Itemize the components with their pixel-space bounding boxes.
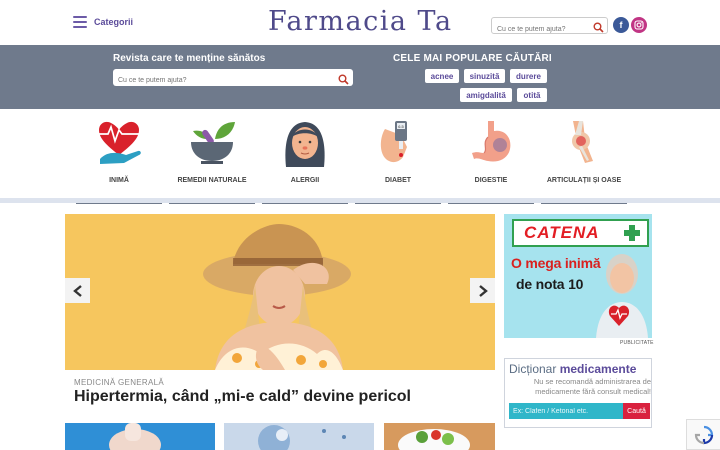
dictionary-disclaimer: Nu se recomandă administrarea de medicam… — [533, 377, 651, 396]
hero-image[interactable] — [65, 214, 495, 370]
heart-hand-icon — [96, 121, 142, 164]
pharmacy-cross-icon — [624, 225, 640, 241]
category-natural-remedies[interactable]: REMEDII NATURALE — [169, 109, 255, 205]
category-label: REMEDII NATURALE — [177, 177, 247, 184]
chevron-left-icon — [72, 284, 82, 297]
article-thumbnail[interactable] — [224, 423, 374, 450]
band-title: Revista care te menține sănătos — [113, 53, 266, 64]
article-category[interactable]: MEDICINĂ GENERALĂ — [74, 378, 164, 387]
facebook-icon[interactable]: f — [613, 17, 629, 33]
search-tag[interactable]: sinuzită — [464, 69, 505, 83]
header-search-input[interactable] — [492, 22, 588, 37]
search-tag[interactable]: otită — [517, 88, 547, 102]
article-title[interactable]: Hipertermia, când „mi-e cald” devine per… — [74, 388, 411, 406]
ad-brand-text: CATENA — [524, 223, 600, 242]
category-row: INIMĂ REMEDII NATURALE ALERGII 6.5 DIABE… — [0, 109, 720, 205]
search-tag[interactable]: durere — [510, 69, 547, 83]
ad-woman-heart-illustration — [596, 254, 648, 338]
category-label: ARTICULAȚII ȘI OASE — [546, 177, 622, 184]
category-strip — [0, 198, 720, 203]
top-header: Categorii Farmacia Ta f — [0, 0, 720, 45]
ad-headline: O mega inimă — [511, 255, 601, 271]
category-label: ALERGII — [290, 177, 320, 184]
recaptcha-badge[interactable] — [686, 419, 720, 450]
medicine-dictionary-widget: Dicționar medicamente Nu se recomandă ad… — [504, 358, 652, 428]
recaptcha-icon — [694, 425, 713, 444]
knee-joint-icon — [572, 121, 593, 163]
medicine-search-button[interactable]: Caută — [623, 403, 650, 419]
header-search — [491, 17, 608, 37]
mortar-leaf-icon — [191, 122, 235, 164]
category-diabetes[interactable]: 6.5 DIABET — [355, 109, 441, 205]
category-heart[interactable]: INIMĂ — [76, 109, 162, 205]
woman-face-icon — [285, 122, 325, 167]
search-icon[interactable] — [593, 20, 604, 38]
svg-text:6.5: 6.5 — [398, 124, 404, 129]
article-thumbnail[interactable] — [384, 423, 495, 450]
chevron-right-icon — [478, 284, 488, 297]
menu-label: Categorii — [94, 17, 134, 27]
stomach-icon — [472, 121, 511, 162]
ad-subheadline: de nota 10 — [516, 276, 584, 292]
category-allergies[interactable]: ALERGII — [262, 109, 348, 205]
advertisement-banner[interactable]: CATENA O mega inimă de nota 10 — [504, 214, 652, 338]
category-label: DIABET — [384, 177, 412, 184]
glucose-meter-icon: 6.5 — [380, 121, 407, 163]
search-band: Revista care te menține sănătos CELE MAI… — [0, 45, 720, 109]
advertisement-label: PUBLICITATE — [620, 340, 654, 346]
search-icon[interactable] — [338, 72, 349, 90]
ad-brand-logo: CATENA — [512, 219, 649, 247]
search-tag[interactable]: amigdalită — [460, 88, 512, 102]
dictionary-title-bold: medicamente — [559, 362, 637, 376]
popular-searches-title: CELE MAI POPULARE CĂUTĂRI — [393, 53, 552, 64]
medicine-search-input[interactable] — [509, 403, 623, 419]
site-logo[interactable]: Farmacia Ta — [268, 6, 453, 37]
category-joints-bones[interactable]: ARTICULAȚII ȘI OASE — [541, 109, 627, 205]
carousel-next-button[interactable] — [470, 278, 495, 303]
band-search-input[interactable] — [113, 72, 328, 89]
instagram-icon[interactable] — [631, 17, 647, 33]
category-digestion[interactable]: DIGESTIE — [448, 109, 534, 205]
dictionary-title-light: Dicționar — [509, 362, 557, 376]
band-search — [113, 69, 353, 89]
category-label: DIGESTIE — [474, 177, 508, 184]
dictionary-title: Dicționar medicamente — [509, 362, 636, 376]
hero-woman-illustration — [65, 214, 495, 370]
search-tag[interactable]: acnee — [425, 69, 459, 83]
article-thumbnail[interactable] — [65, 423, 215, 450]
categories-menu-button[interactable]: Categorii — [73, 16, 133, 28]
carousel-prev-button[interactable] — [65, 278, 90, 303]
category-label: INIMĂ — [109, 177, 129, 184]
hamburger-icon — [73, 16, 87, 28]
